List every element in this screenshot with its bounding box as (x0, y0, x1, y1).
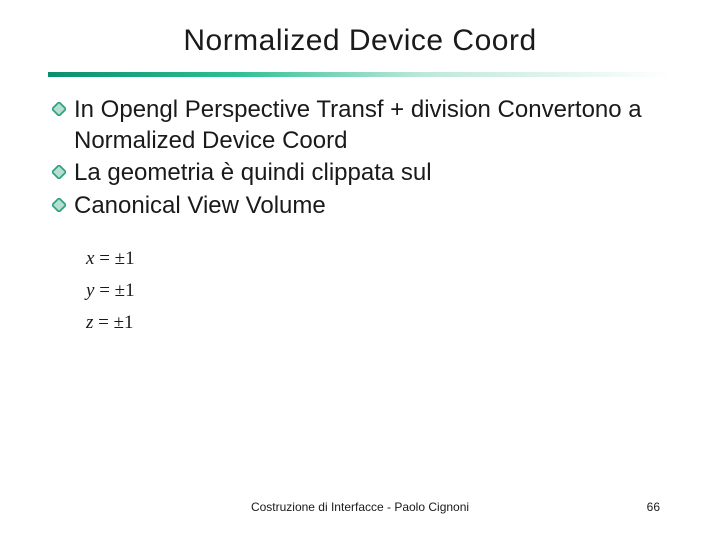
diamond-bullet-icon (52, 198, 66, 212)
formula-x: x = ±1 (86, 248, 668, 270)
footer-text: Costruzione di Interfacce - Paolo Cignon… (0, 500, 720, 514)
page-number: 66 (647, 500, 660, 514)
bullet-text: La geometria è quindi clippata sul (74, 158, 432, 189)
diamond-bullet-icon (52, 165, 66, 179)
formula-y: y = ±1 (86, 280, 668, 302)
slide: Normalized Device Coord In Opengl Perspe… (0, 0, 720, 540)
formula-z: z = ±1 (86, 312, 668, 334)
diamond-bullet-icon (52, 102, 66, 116)
bullet-text: Canonical View Volume (74, 191, 326, 222)
formula-block: x = ±1 y = ±1 z = ±1 (86, 248, 668, 334)
list-item: In Opengl Perspective Transf + division … (52, 95, 668, 156)
content-area: In Opengl Perspective Transf + division … (48, 95, 672, 334)
bullet-text: In Opengl Perspective Transf + division … (74, 95, 668, 156)
list-item: La geometria è quindi clippata sul (52, 158, 668, 189)
page-title: Normalized Device Coord (48, 24, 672, 58)
title-underline (48, 72, 672, 77)
list-item: Canonical View Volume (52, 191, 668, 222)
